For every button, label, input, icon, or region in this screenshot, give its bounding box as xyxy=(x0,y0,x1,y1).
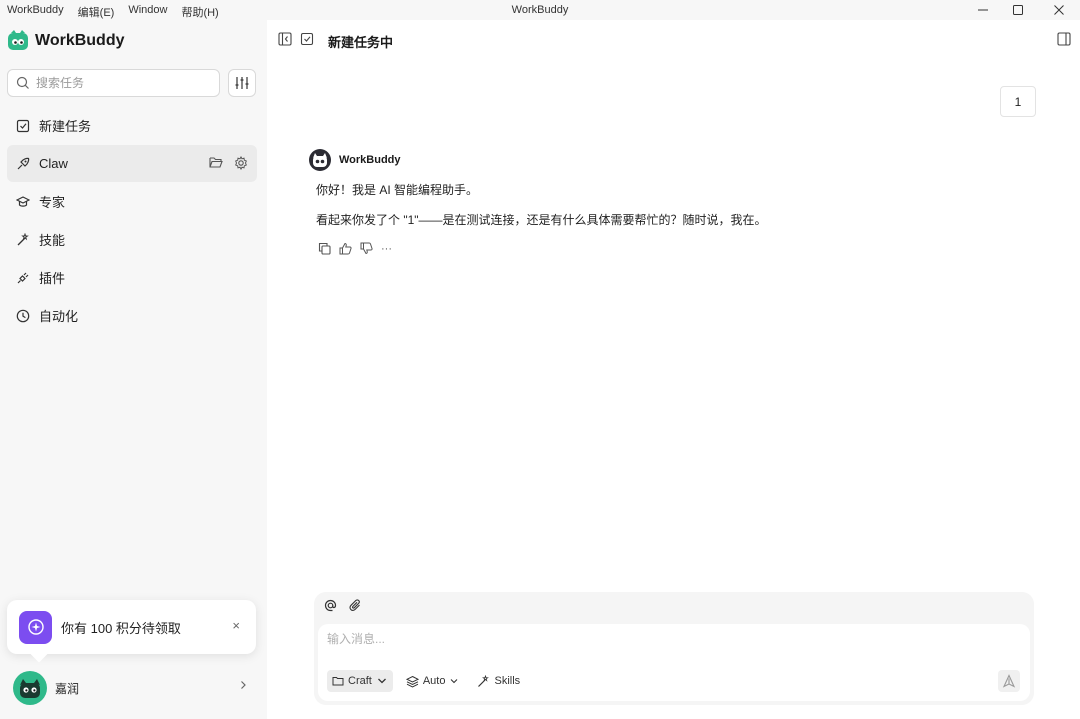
sidebar-item-new-task[interactable]: 新建任务 xyxy=(7,107,257,144)
new-task-icon xyxy=(16,119,30,132)
assistant-header: WorkBuddy xyxy=(309,149,1009,171)
menu-workbuddy[interactable]: WorkBuddy xyxy=(7,4,64,20)
send-button[interactable] xyxy=(998,670,1020,692)
composer-input-area: Craft Auto xyxy=(318,624,1030,701)
plug-icon xyxy=(17,272,29,283)
sidebar-item-label: 自动化 xyxy=(39,309,79,324)
sidebar: WorkBuddy 新建任务 Cla xyxy=(0,20,267,719)
close-window-button[interactable] xyxy=(1039,0,1079,20)
composer-options: Craft Auto Skills xyxy=(327,670,525,692)
assistant-avatar xyxy=(309,149,331,171)
sidebar-item-label: 新建任务 xyxy=(39,119,92,134)
sidebar-item-claw[interactable]: Claw xyxy=(7,145,257,182)
workbuddy-logo-icon xyxy=(8,30,28,50)
folder-icon xyxy=(332,677,344,686)
search-box[interactable] xyxy=(7,69,220,97)
sidebar-item-label: 插件 xyxy=(39,271,66,286)
minimize-icon xyxy=(978,9,988,11)
assistant-text-line: 你好！我是 AI 智能编程助手。 xyxy=(316,183,479,197)
assistant-message: WorkBuddy 你好！我是 AI 智能编程助手。 看起来你发了个 "1"——… xyxy=(309,149,1009,255)
sidebar-item-skills[interactable]: 技能 xyxy=(7,221,257,258)
search-icon xyxy=(16,76,29,89)
send-icon xyxy=(1002,674,1016,688)
points-badge-icon xyxy=(19,610,52,644)
thumbs-up-icon[interactable] xyxy=(339,242,352,255)
sidebar-nav: 新建任务 Claw 专家 技能 插件 自动化 xyxy=(7,107,257,335)
thumbs-down-icon[interactable] xyxy=(360,242,373,255)
minimize-button[interactable] xyxy=(963,0,1003,20)
title-bar: WorkBuddy 编辑(E) Window 帮助(H) WorkBuddy xyxy=(0,0,1080,20)
model-label: Auto xyxy=(422,675,446,687)
app-name: WorkBuddy xyxy=(35,32,125,49)
composer: Craft Auto xyxy=(314,592,1034,705)
user-profile[interactable]: 嘉润 xyxy=(13,671,253,705)
app-logo: WorkBuddy xyxy=(7,30,124,52)
chevron-down-icon xyxy=(451,679,458,684)
sliders-icon xyxy=(235,77,249,89)
folder-open-icon[interactable] xyxy=(209,156,223,169)
toast-tail xyxy=(30,645,48,663)
magic-wand-icon xyxy=(478,674,490,687)
toast-text: 你有 100 积分待领取 xyxy=(61,620,181,636)
menu-help[interactable]: 帮助(H) xyxy=(181,4,218,20)
layers-icon xyxy=(405,675,419,687)
filter-button[interactable] xyxy=(228,69,256,97)
maximize-button[interactable] xyxy=(998,0,1038,20)
graduation-cap-icon xyxy=(16,195,30,207)
composer-toolbar xyxy=(324,599,362,612)
assistant-name: WorkBuddy xyxy=(339,154,401,166)
toggle-panel-icon[interactable] xyxy=(1057,32,1071,46)
more-options-button[interactable]: ··· xyxy=(381,243,392,255)
model-selector[interactable]: Auto xyxy=(401,670,465,692)
assistant-text-line: 看起来你发了个 "1"——是在测试连接，还是有什么具体需要帮忙的？随时说，我在。 xyxy=(316,213,767,227)
sidebar-item-label: Claw xyxy=(39,156,68,171)
user-name: 嘉润 xyxy=(55,681,80,696)
copy-icon[interactable] xyxy=(318,242,331,255)
maximize-icon xyxy=(1013,5,1023,15)
skills-button[interactable]: Skills xyxy=(472,670,525,692)
skills-label: Skills xyxy=(494,675,521,687)
magic-wand-icon xyxy=(17,232,29,245)
new-task-icon[interactable] xyxy=(300,32,314,46)
sidebar-item-plugins[interactable]: 插件 xyxy=(7,259,257,296)
claw-icon xyxy=(17,157,30,169)
mode-selector[interactable]: Craft xyxy=(327,670,393,692)
mention-icon[interactable] xyxy=(324,599,337,612)
sidebar-item-label: 专家 xyxy=(39,195,66,210)
search-input[interactable] xyxy=(36,76,206,90)
page-title: 新建任务中 xyxy=(328,35,394,50)
gear-icon[interactable] xyxy=(234,156,248,170)
toast-close-button[interactable]: × xyxy=(232,618,240,633)
message-actions: ··· xyxy=(318,242,1009,255)
message-input[interactable] xyxy=(327,632,977,646)
menu-window[interactable]: Window xyxy=(128,4,167,20)
points-toast[interactable]: 你有 100 积分待领取 × xyxy=(7,600,256,663)
collapse-sidebar-icon[interactable] xyxy=(278,32,292,46)
chevron-right-icon xyxy=(241,681,246,689)
close-icon xyxy=(1054,5,1064,15)
main-panel: 新建任务中 1 WorkBuddy 你好！我是 AI 智能编程助手。 看起来你发… xyxy=(267,20,1080,719)
menu-bar: WorkBuddy 编辑(E) Window 帮助(H) xyxy=(7,4,219,20)
clock-icon xyxy=(16,309,30,322)
menu-edit[interactable]: 编辑(E) xyxy=(78,4,115,20)
attachment-icon[interactable] xyxy=(349,599,362,612)
sidebar-item-automation[interactable]: 自动化 xyxy=(7,297,257,334)
top-bar: 新建任务中 xyxy=(267,20,1080,60)
user-message-bubble: 1 xyxy=(1000,86,1036,117)
sidebar-item-label: 技能 xyxy=(39,233,66,248)
sidebar-item-experts[interactable]: 专家 xyxy=(7,183,257,220)
chevron-down-icon xyxy=(377,678,386,684)
mode-label: Craft xyxy=(348,675,372,687)
avatar xyxy=(13,671,47,705)
